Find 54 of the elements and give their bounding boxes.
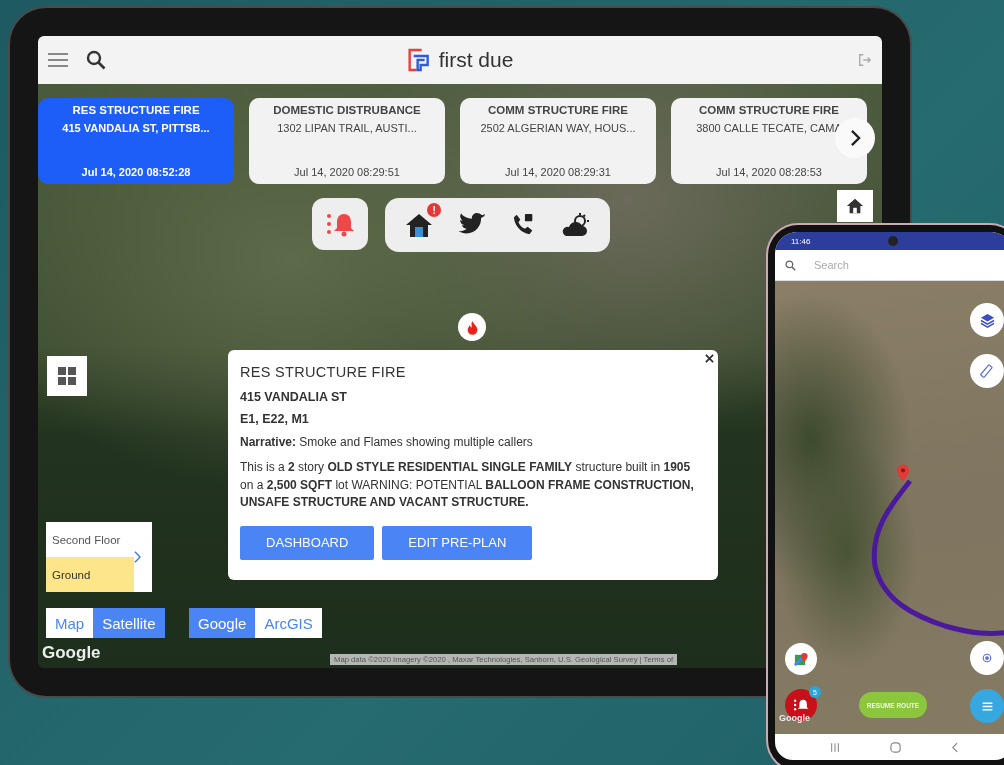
map-app-icon (793, 651, 809, 667)
incident-address: 415 VANDALIA ST, PITTSB... (62, 122, 210, 134)
incident-time: Jul 14, 2020 08:29:51 (294, 166, 400, 178)
camera-icon (888, 236, 898, 246)
popup-units: E1, E22, M1 (240, 412, 310, 426)
house-icon (846, 197, 864, 215)
popup-title: RES STRUCTURE FIRE (240, 364, 407, 380)
provider-toggle[interactable]: Google (189, 608, 256, 638)
search-icon (785, 259, 796, 271)
provider-toggle[interactable]: ArcGIS (255, 608, 322, 638)
popup-narrative: Narrative: Smoke and Flames showing multiple callers (240, 434, 534, 451)
recent-apps-icon[interactable] (830, 742, 840, 752)
search-field[interactable]: Search (812, 258, 976, 272)
search-icon[interactable] (86, 50, 106, 70)
alert-button[interactable] (312, 198, 368, 250)
incident-address: 2502 ALGERIAN WAY, HOUS... (480, 122, 636, 134)
map-type-toggle[interactable]: Satellite (93, 608, 165, 638)
ruler-icon (980, 364, 994, 378)
grid-button[interactable] (47, 356, 87, 396)
alert-badge: ! (427, 203, 442, 217)
map-pin-icon (897, 464, 909, 482)
grid-icon (57, 366, 77, 386)
chevron-right-icon (849, 129, 861, 147)
map-logo: Google (779, 713, 810, 723)
incident-time: Jul 14, 2020 08:28:53 (716, 166, 822, 178)
app-title: first due (438, 48, 514, 72)
popup-address: 415 VANDALIA ST (240, 390, 348, 404)
edit-button[interactable]: EDIT PRE-PLAN (382, 525, 533, 560)
incident-time: Jul 14, 2020 08:52:28 (81, 166, 191, 178)
incident-card[interactable]: DOMESTIC DISTRUBANCE 1302 LIPAN TRAIL, AUSTI... Jul 14, 2020 08:29:51 (249, 98, 445, 184)
incident-type: COMM STRUCTURE FIRE (699, 104, 839, 116)
incident-card[interactable]: RES STRUCTURE FIRE 415 VANDALIA ST, PITTSB... Jul 14, 2020 08:52:28 (38, 98, 234, 184)
menu-icon[interactable] (48, 52, 68, 68)
layers-icon (979, 312, 995, 328)
incident-type: DOMESTIC DISTRUBANCE (273, 104, 421, 116)
map-logo: Google (42, 643, 101, 663)
dashboard-button[interactable]: DASHBOARD (240, 525, 375, 560)
incident-address: 1302 LIPAN TRAIL, AUSTI... (277, 122, 417, 134)
status-time: 11:46 (791, 236, 811, 246)
close-icon[interactable] (705, 354, 714, 363)
incident-type: RES STRUCTURE FIRE (72, 104, 200, 116)
incident-time: Jul 14, 2020 08:29:31 (505, 166, 611, 178)
bell-icon (793, 697, 809, 713)
back-icon[interactable] (951, 741, 958, 753)
incident-card[interactable]: COMM STRUCTURE FIRE 2502 ALGERIAN WAY, HOUS... Jul 14, 2020 08:29:31 (460, 98, 656, 184)
map-type-toggle[interactable]: Map (46, 608, 94, 638)
logo-icon (406, 48, 431, 72)
house-icon[interactable] (405, 212, 434, 238)
popup-description: This is a 2 story OLD STYLE RESIDENTIAL SINGLE FAMILY structure built in 1905 on a 2,500 SQFT lot WARNING: POTENTIAL BALLOON FRAME CONSTRUCTION, UNSAFE STRUCTURE AND VACANT STRUCTURE. (240, 459, 695, 512)
home-button[interactable] (837, 190, 873, 222)
chevron-right-icon[interactable] (134, 551, 141, 563)
locate-icon (981, 652, 993, 664)
floor-option[interactable]: Ground (46, 557, 134, 592)
incident-type: COMM STRUCTURE FIRE (488, 104, 628, 116)
